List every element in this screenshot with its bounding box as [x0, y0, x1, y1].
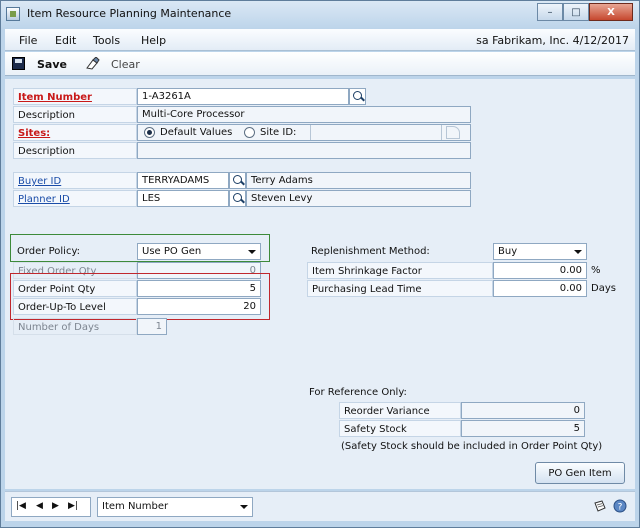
item-number-input[interactable]: 1-A3261A	[137, 88, 349, 105]
purchasing-lead-time-input[interactable]: 0.00	[493, 280, 587, 297]
site-id-radio[interactable]	[244, 127, 255, 138]
next-record-icon[interactable]: ▶	[52, 501, 59, 511]
reorder-variance-label: Reorder Variance	[339, 402, 461, 419]
buyer-id-label[interactable]: Buyer ID	[13, 172, 137, 189]
save-button[interactable]: Save	[37, 58, 67, 71]
number-of-days-input: 1	[137, 318, 167, 335]
menu-edit[interactable]: Edit	[55, 34, 76, 47]
app-icon	[6, 7, 20, 21]
window-title: Item Resource Planning Maintenance	[27, 7, 232, 20]
buyer-name: Terry Adams	[246, 172, 471, 189]
clear-icon[interactable]	[86, 57, 100, 70]
status-bar: |◀ ◀ ▶ ▶| Item Number ?	[5, 491, 635, 521]
maximize-button[interactable]: □	[563, 3, 589, 21]
sites-label[interactable]: Sites:	[13, 124, 137, 141]
default-values-radio[interactable]	[144, 127, 155, 138]
menu-help[interactable]: Help	[141, 34, 166, 47]
buyer-id-lookup-icon[interactable]	[229, 172, 246, 189]
site-description-label: Description	[13, 142, 137, 159]
minimize-button[interactable]: –	[537, 3, 563, 21]
planner-id-input[interactable]: LES	[137, 190, 229, 207]
site-id-input[interactable]	[310, 125, 442, 140]
sites-options: Default Values Site ID:	[137, 124, 471, 141]
sort-by-dropdown[interactable]: Item Number	[97, 497, 253, 517]
menu-file[interactable]: File	[19, 34, 37, 47]
chevron-down-icon	[574, 250, 582, 254]
main-window: Item Resource Planning Maintenance – □ X…	[0, 0, 640, 528]
purchasing-lead-time-label: Purchasing Lead Time	[307, 280, 493, 297]
description-label: Description	[13, 106, 137, 123]
chevron-down-icon	[240, 505, 248, 509]
number-of-days-label: Number of Days	[13, 318, 137, 335]
replenishment-method-value: Buy	[498, 246, 518, 257]
planner-id-label[interactable]: Planner ID	[13, 190, 137, 207]
order-qty-highlight	[10, 273, 270, 320]
last-record-icon[interactable]: ▶|	[68, 501, 78, 511]
replenishment-method-dropdown[interactable]: Buy	[493, 243, 587, 260]
menu-tools[interactable]: Tools	[93, 34, 120, 47]
description-value: Multi-Core Processor	[137, 106, 471, 123]
shrinkage-unit: %	[591, 265, 601, 276]
sort-by-value: Item Number	[102, 501, 169, 512]
site-id-label: Site ID:	[260, 127, 297, 138]
close-button[interactable]: X	[589, 3, 633, 21]
item-number-label[interactable]: Item Number	[13, 88, 137, 105]
safety-stock-note: (Safety Stock should be included in Orde…	[341, 441, 603, 452]
record-navigation: |◀ ◀ ▶ ▶|	[11, 497, 91, 517]
note-icon[interactable]	[593, 499, 607, 513]
clear-button[interactable]: Clear	[111, 58, 140, 71]
toolbar: Save Clear	[5, 52, 635, 76]
site-id-lookup-icon[interactable]	[446, 126, 460, 139]
safety-stock-value: 5	[461, 420, 585, 437]
menu-bar: File Edit Tools Help sa Fabrikam, Inc. 4…	[5, 29, 635, 51]
planner-id-lookup-icon[interactable]	[229, 190, 246, 207]
safety-stock-label: Safety Stock	[339, 420, 461, 437]
planner-name: Steven Levy	[246, 190, 471, 207]
item-shrinkage-factor-label: Item Shrinkage Factor	[307, 262, 493, 279]
reorder-variance-value: 0	[461, 402, 585, 419]
help-icon[interactable]: ?	[613, 499, 627, 513]
site-description-value	[137, 142, 471, 159]
item-number-lookup-icon[interactable]	[349, 88, 366, 105]
svg-text:?: ?	[618, 503, 623, 513]
default-values-label: Default Values	[160, 127, 233, 138]
first-record-icon[interactable]: |◀	[16, 501, 26, 511]
save-icon[interactable]	[12, 57, 25, 70]
previous-record-icon[interactable]: ◀	[36, 501, 43, 511]
order-policy-highlight	[10, 234, 270, 262]
replenishment-method-label: Replenishment Method:	[311, 246, 430, 257]
form-panel: Item Number 1-A3261A Description Multi-C…	[5, 79, 635, 489]
buyer-id-input[interactable]: TERRYADAMS	[137, 172, 229, 189]
title-bar[interactable]: Item Resource Planning Maintenance – □ X	[1, 1, 639, 29]
company-date: sa Fabrikam, Inc. 4/12/2017	[476, 34, 629, 47]
po-gen-item-button[interactable]: PO Gen Item	[535, 462, 625, 484]
item-shrinkage-factor-input[interactable]: 0.00	[493, 262, 587, 279]
reference-heading: For Reference Only:	[309, 387, 407, 398]
lead-time-unit: Days	[591, 283, 616, 294]
